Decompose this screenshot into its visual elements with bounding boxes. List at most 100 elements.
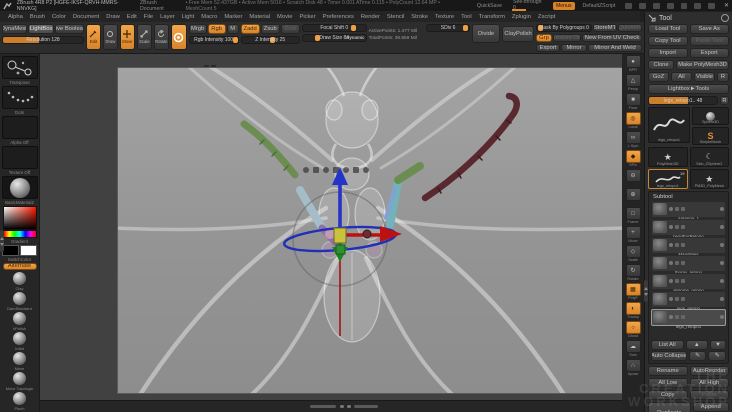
subtool-thumbnail[interactable] [653,311,667,323]
pen-a-icon[interactable]: ✎ [688,351,707,361]
pen-icon[interactable] [720,297,724,301]
subtool-thumbnail[interactable] [653,203,667,215]
current-brush-button[interactable] [170,24,187,50]
paste-subtool-button[interactable]: Paste [689,390,729,400]
quick-brush[interactable]: Pinch [12,392,26,412]
export-tool-button[interactable]: Export [689,48,729,58]
menu-item[interactable]: Texture [435,14,454,20]
right-shelf-toggle[interactable]: ● BPR [623,55,643,73]
right-shelf-toggle[interactable]: △ Persp [623,74,643,92]
default-zscript-button[interactable]: DefaultZScript [580,2,619,10]
pen-icon[interactable] [720,315,724,319]
menu-item[interactable]: Zplugin [512,14,531,20]
move-mode-button[interactable]: Move [119,24,135,50]
subtool-header[interactable]: Subtool [651,194,726,200]
mrgb-button[interactable]: Mrgb [188,24,207,34]
shader-icon[interactable] [681,297,685,301]
divide-button[interactable]: Divide [472,24,501,43]
paste-tool-button[interactable]: Paste Tool [689,36,729,46]
eye-icon[interactable] [669,315,673,319]
export-button[interactable]: Export [536,44,561,52]
focal-shift-slider[interactable]: Focal Shift 0 [301,24,367,32]
shader-icon[interactable] [681,261,685,265]
clone-button[interactable]: Clone [648,60,675,70]
monitor-icon[interactable] [625,2,633,9]
recent-tool-thumbnail[interactable]: Sphere3D [692,107,729,125]
paint-icon[interactable] [675,243,679,247]
append-button[interactable]: Append [692,402,729,412]
all-low-button[interactable]: All Low [648,378,688,388]
sdiv-slider[interactable]: SDiv 6 [426,24,471,32]
menu-item[interactable]: Color [52,14,66,20]
recent-tool-thumbnail[interactable]: ☾ Skin_ZSphere2 [689,147,729,167]
menu-item[interactable]: Edit [127,14,137,20]
m-button[interactable]: M [226,24,239,34]
rotate-mode-button[interactable]: Rotate [153,24,169,50]
shader-icon[interactable] [681,279,685,283]
tool-panel-divider[interactable] [644,280,648,302]
menu-item[interactable]: Picker [299,14,315,20]
right-shelf-toggle[interactable]: ▦ PolyF [623,283,643,301]
pen-icon[interactable] [720,279,724,283]
color-spectrum[interactable] [2,230,37,238]
make-polymesh3d-button[interactable]: Make PolyMesh3D [676,60,729,70]
slider-r-button[interactable]: R [720,96,729,105]
pen-icon[interactable] [720,243,724,247]
eye-icon[interactable] [669,225,673,229]
dynamesh-button[interactable]: DynaMesh [2,24,28,34]
main-color-swatch[interactable] [2,244,19,256]
subtool-thumbnail[interactable] [653,221,667,233]
subtool-thumbnail[interactable] [653,275,667,287]
quick-brush[interactable]: Move [12,352,26,372]
grp-button[interactable]: Grp [536,34,553,42]
paint-icon[interactable] [675,207,679,211]
auto-collapse-button[interactable]: Auto Collapse [651,351,687,361]
paint-icon[interactable] [675,261,679,265]
selected-tool-thumbnail[interactable]: 19 legs_retopo1 [648,169,688,189]
subtool-thumbnail[interactable] [653,239,667,251]
duplicate-button[interactable]: Duplicate [648,402,691,412]
subtool-thumbnail[interactable] [653,257,667,269]
subtool-down-icon[interactable]: ▼ [710,340,726,350]
texture-off-button[interactable]: Texture Off [553,34,582,42]
menu-item[interactable]: Document [73,14,99,20]
menu-item[interactable]: Preferences [323,14,354,20]
recent-tool-thumbnail[interactable]: ★ PolyMesh3D [648,147,688,167]
quick-brush[interactable]: Clay [12,272,26,292]
right-shelf-toggle[interactable]: ∴ Xpose [623,359,643,377]
goz-r-button[interactable]: R [717,72,729,82]
h-scrollbar[interactable] [310,405,336,408]
shader-icon[interactable] [681,225,685,229]
right-shelf-toggle[interactable]: ◐ Transp [623,302,643,320]
rgb-intensity-slider[interactable]: Rgb Intensity 100 [188,36,239,44]
pen-icon[interactable] [720,207,724,211]
right-shelf-toggle[interactable]: ■ Floor [623,93,643,111]
pen-b-icon[interactable]: ✎ [708,351,726,361]
zadd-button[interactable]: Zadd [240,24,260,34]
quickmt-button[interactable]: QuickMT [618,24,643,32]
list-all-button[interactable]: List All [651,340,684,350]
shader-icon[interactable] [681,207,685,211]
zcut-button[interactable]: Zcut [280,24,300,34]
right-shelf-toggle[interactable]: ☁ Solo [623,340,643,358]
palette-icon[interactable] [666,2,674,9]
live-boolean-button[interactable]: Live Boolean [54,24,84,34]
subtool-up-icon[interactable]: ▲ [685,340,709,350]
mask-by-polygroups-slider[interactable]: Mask By Polygroups 0 [536,24,593,32]
claypolish-button[interactable]: ClayPolish [502,26,535,42]
menu-item[interactable]: Stencil [387,14,404,20]
menu-item[interactable]: Material [249,14,270,20]
right-shelf-toggle[interactable]: ⊖ [623,169,643,187]
edit-mode-button[interactable]: Edit [86,24,101,50]
mirror-and-weld-button[interactable]: Mirror And Weld [588,44,643,52]
lightbox-button[interactable]: LightBox [28,24,54,34]
copy-subtool-button[interactable]: Copy [648,390,688,400]
hand-icon[interactable] [652,2,660,9]
z-intensity-slider[interactable]: Z Intensity 25 [240,36,300,44]
alternate-button[interactable]: Alternate [2,262,37,270]
right-shelf-toggle[interactable]: ↻ Rotate [623,264,643,282]
menus-button[interactable]: Menus [552,1,575,10]
menu-item[interactable]: Macro [201,14,217,20]
material-thumbnail[interactable] [1,176,38,200]
menu-item[interactable]: Zscript [538,14,555,20]
